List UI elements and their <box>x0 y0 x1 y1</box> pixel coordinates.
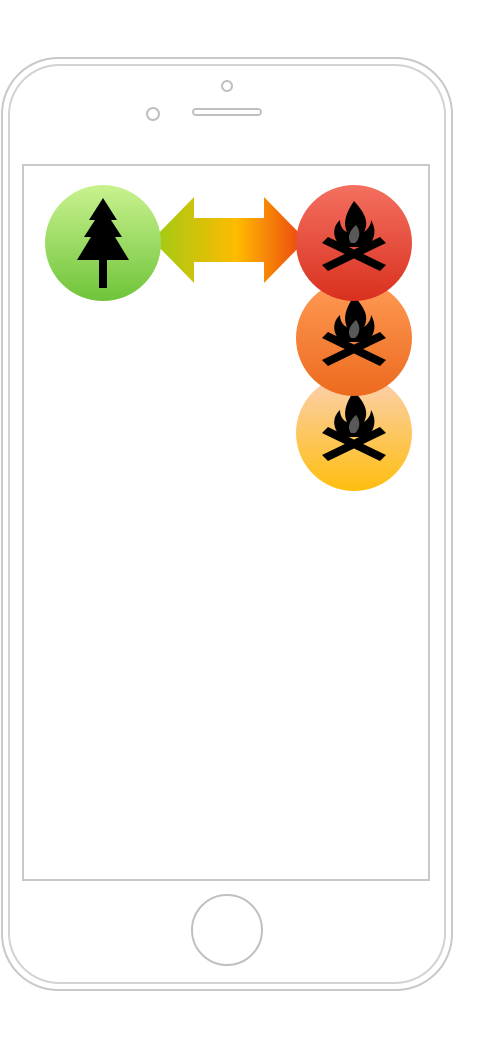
tree-node <box>45 185 161 301</box>
home-button <box>191 894 263 966</box>
diagram-stage <box>0 0 484 1047</box>
phone-diagram <box>1 57 453 991</box>
front-camera-icon <box>221 80 233 92</box>
sensor-icon <box>146 107 160 121</box>
speaker-grill <box>192 108 262 116</box>
fire-node-1 <box>296 185 412 301</box>
